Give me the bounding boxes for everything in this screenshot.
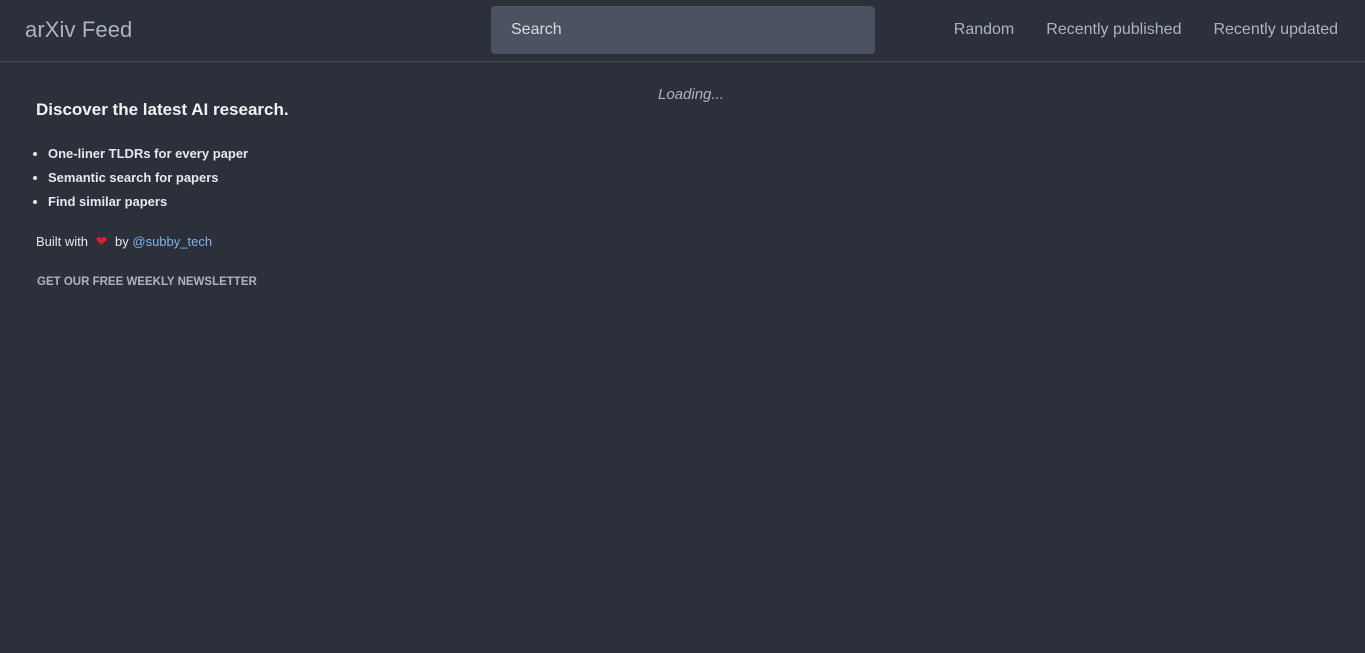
built-by-text: by [115,234,129,249]
feature-list: One-liner TLDRs for every paper Semantic… [36,142,366,214]
feature-item-semantic-search: Semantic search for papers [48,166,366,190]
feature-item-similar-papers: Find similar papers [48,190,366,214]
intro-heading: Discover the latest AI research. [36,100,289,119]
author-link[interactable]: @subby_tech [132,234,212,249]
site-logo-link[interactable]: arXiv Feed [25,17,132,43]
built-with-credit: Built with ❤ by @subby_tech [36,231,366,252]
newsletter-link[interactable]: GET OUR FREE WEEKLY NEWSLETTER [37,276,257,288]
nav-link-recently-updated[interactable]: Recently updated [1213,21,1338,39]
nav-link-random[interactable]: Random [954,21,1014,39]
intro-sidebar: Discover the latest AI research. One-lin… [36,100,366,290]
heart-icon: ❤ [95,233,108,249]
search-input[interactable] [491,6,875,54]
top-nav: Random Recently published Recently updat… [954,21,1338,39]
loading-indicator: Loading... [658,86,724,103]
built-with-text: Built with [36,234,89,249]
nav-link-recently-published[interactable]: Recently published [1046,21,1181,39]
feature-item-tldr: One-liner TLDRs for every paper [48,142,366,166]
top-header: arXiv Feed Random Recently published Rec… [0,0,1365,62]
